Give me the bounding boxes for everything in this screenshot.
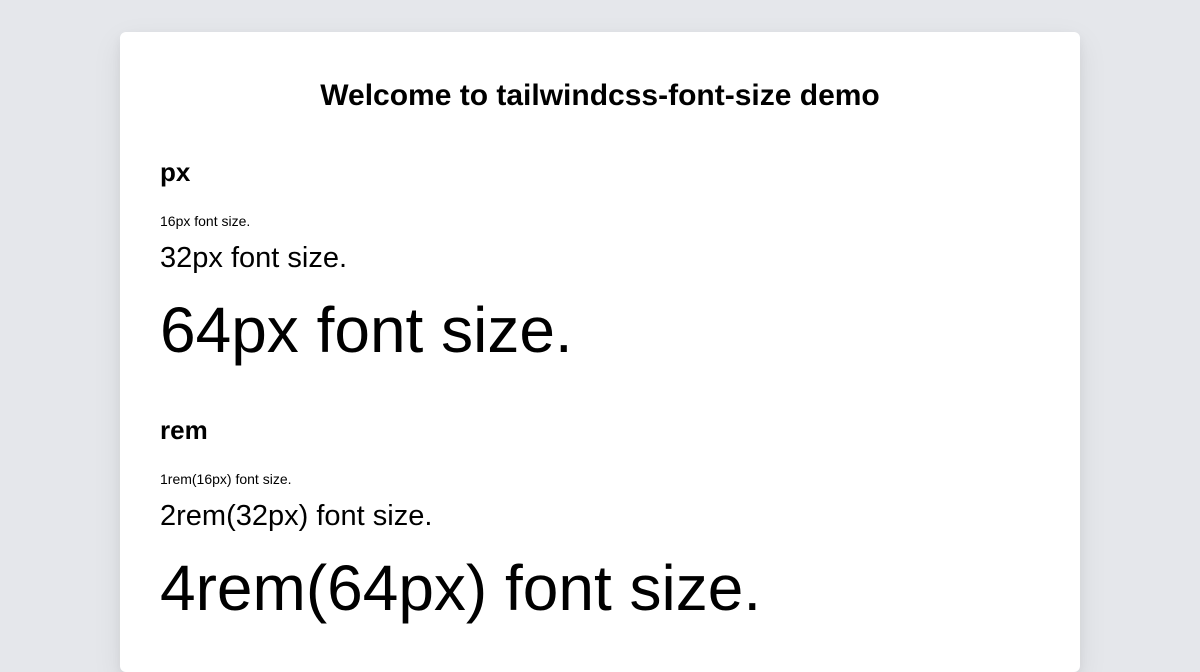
page-title: Welcome to tailwindcss-font-size demo [320,79,880,112]
section-heading-rem: rem [160,415,208,445]
sample-text-16px: 16px font size. [160,213,251,229]
section-heading-px: px [160,157,191,187]
sample-text-2rem: 2rem(32px) font size. [160,500,433,532]
sample-text-64px: 64px font size. [160,294,573,366]
demo-card: Welcome to tailwindcss-font-size demo px… [120,32,1080,672]
sample-text-1rem: 1rem(16px) font size. [160,471,292,487]
sample-text-4rem: 4rem(64px) font size. [160,552,762,624]
sample-text-32px: 32px font size. [160,242,347,274]
